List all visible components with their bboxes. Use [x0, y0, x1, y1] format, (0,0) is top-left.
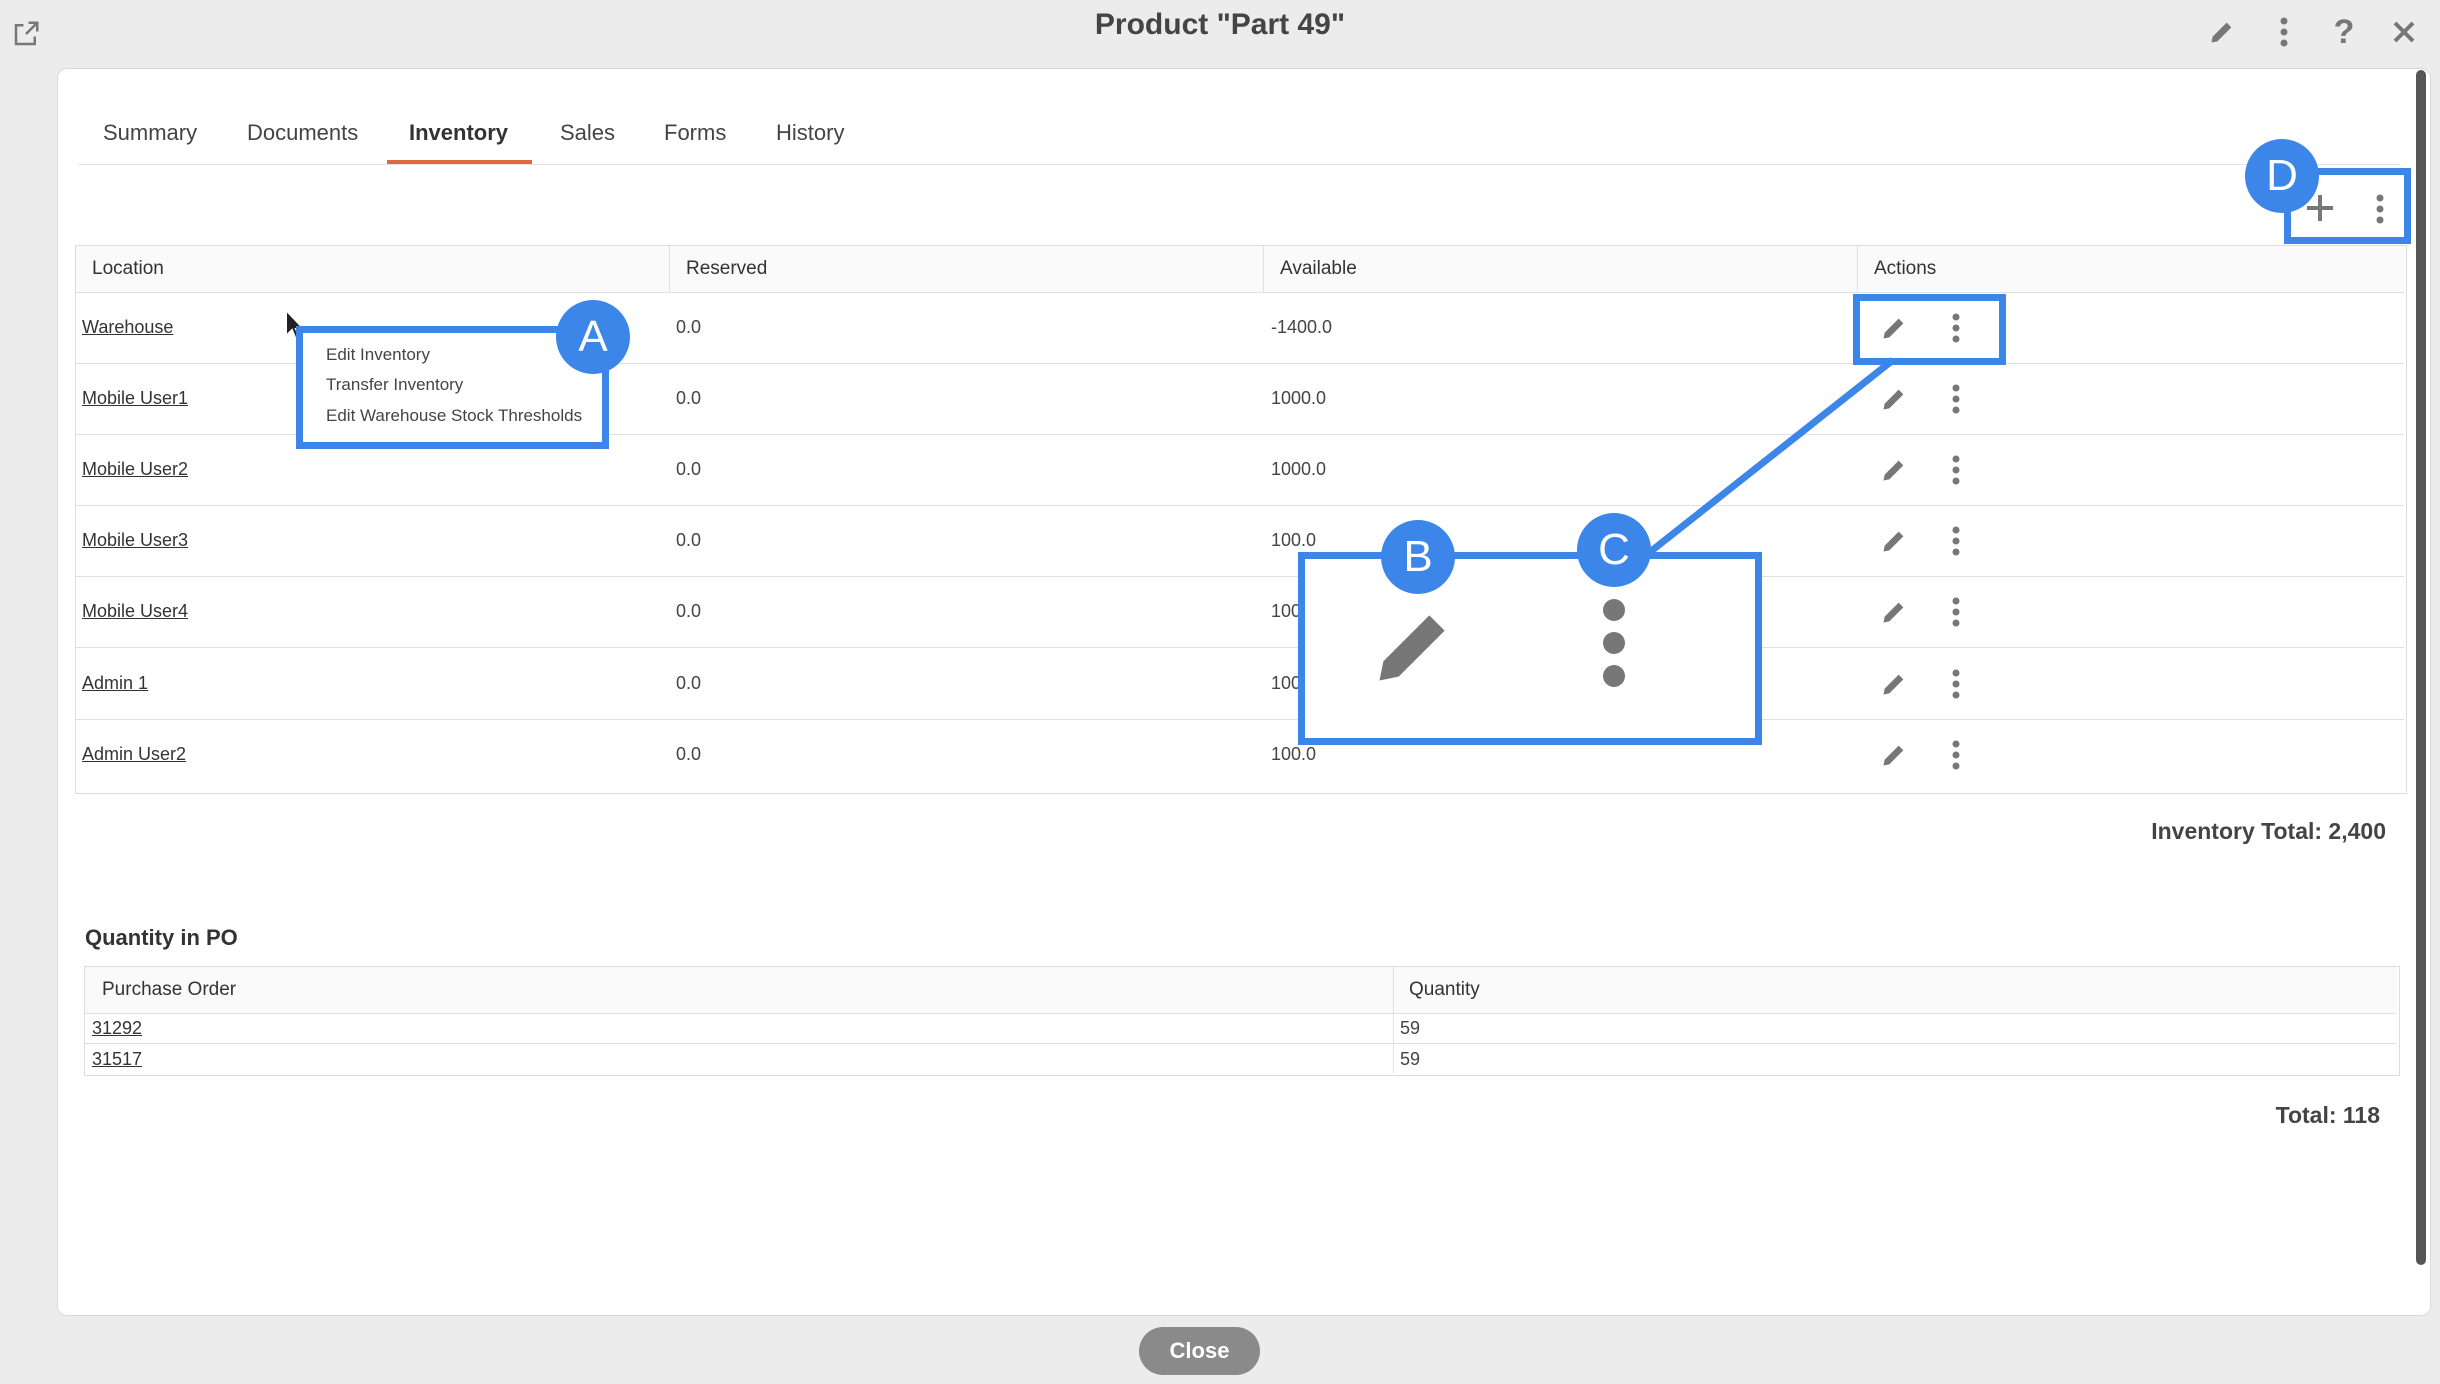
location-link-admin-user2[interactable]: Admin User2	[82, 744, 186, 765]
edit-row-pencil-icon[interactable]	[1876, 381, 1912, 417]
edit-row-pencil-icon[interactable]	[1876, 666, 1912, 702]
location-link-mobile-user4[interactable]: Mobile User4	[82, 601, 188, 622]
tab-sales[interactable]: Sales	[560, 120, 615, 146]
available-value: 100.0	[1271, 744, 1317, 764]
column-header-reserved: Reserved	[686, 258, 768, 279]
close-button[interactable]: Close	[1139, 1327, 1260, 1375]
row-more-icon[interactable]	[1938, 666, 1974, 702]
help-icon[interactable]: ?	[2326, 13, 2362, 51]
column-header-purchase-order: Purchase Order	[102, 979, 237, 1000]
available-value: 1000.0	[1271, 459, 1327, 479]
available-value: 1000.0	[1271, 388, 1327, 408]
edit-row-pencil-icon[interactable]	[1876, 737, 1912, 773]
tab-history[interactable]: History	[776, 120, 844, 146]
edit-row-pencil-icon[interactable]	[1876, 452, 1912, 488]
inventory-total: Inventory Total: 2,400	[2151, 818, 2386, 844]
column-header-actions: Actions	[1874, 258, 1937, 279]
close-icon[interactable]	[2386, 14, 2422, 50]
po-header-row	[85, 967, 2397, 1013]
inventory-header-row	[76, 246, 2404, 292]
po-link[interactable]: 31292	[92, 1018, 142, 1039]
row-more-icon[interactable]	[1938, 523, 1974, 559]
more-vertical-icon[interactable]	[2266, 14, 2302, 50]
edit-row-pencil-icon[interactable]	[1876, 594, 1912, 630]
scrollbar[interactable]	[2416, 70, 2426, 1265]
reserved-value: 0.0	[676, 601, 702, 621]
callout-badge-d: D	[2245, 139, 2319, 213]
tab-inventory[interactable]: Inventory	[409, 120, 508, 146]
available-value: -1400.0	[1271, 317, 1333, 337]
row-more-icon[interactable]	[1938, 381, 1974, 417]
location-link-mobile-user2[interactable]: Mobile User2	[82, 459, 188, 480]
po-section-title: Quantity in PO	[85, 925, 238, 950]
row-more-icon[interactable]	[1938, 452, 1974, 488]
reserved-value: 0.0	[676, 317, 702, 337]
active-tab-indicator	[387, 160, 532, 164]
callout-box-c-source	[1853, 294, 2006, 365]
row-more-icon[interactable]	[1938, 594, 1974, 630]
available-value: 100.0	[1271, 530, 1317, 550]
location-link-admin-1[interactable]: Admin 1	[82, 673, 148, 694]
column-header-quantity: Quantity	[1409, 979, 1480, 1000]
available-value: 100	[1271, 601, 1302, 621]
window-title: Product "Part 49"	[1094, 8, 1346, 41]
reserved-value: 0.0	[676, 530, 702, 550]
location-link-warehouse[interactable]: Warehouse	[82, 317, 173, 338]
column-header-available: Available	[1280, 258, 1357, 279]
reserved-value: 0.0	[676, 459, 702, 479]
tab-bar: Summary Documents Inventory Sales Forms …	[78, 104, 2400, 165]
location-link-mobile-user1[interactable]: Mobile User1	[82, 388, 188, 409]
po-quantity: 59	[1400, 1018, 1421, 1038]
po-link[interactable]: 31517	[92, 1049, 142, 1070]
po-quantity: 59	[1400, 1049, 1421, 1069]
reserved-value: 0.0	[676, 388, 702, 408]
tab-forms[interactable]: Forms	[664, 120, 726, 146]
row-more-icon[interactable]	[1938, 737, 1974, 773]
column-header-location: Location	[92, 258, 164, 279]
reserved-value: 0.0	[676, 744, 702, 764]
zoomed-more-vertical-icon	[1600, 596, 1628, 690]
edit-row-pencil-icon[interactable]	[1876, 523, 1912, 559]
tab-summary[interactable]: Summary	[103, 120, 197, 146]
location-link-mobile-user3[interactable]: Mobile User3	[82, 530, 188, 551]
po-total: Total: 118	[2275, 1102, 2380, 1128]
zoomed-pencil-icon	[1368, 600, 1460, 692]
pencil-icon[interactable]	[2204, 14, 2240, 50]
callout-badge-b: B	[1381, 520, 1455, 594]
available-value: 100	[1271, 673, 1302, 693]
callout-badge-a: A	[556, 300, 630, 374]
tab-documents[interactable]: Documents	[247, 120, 358, 146]
callout-badge-c: C	[1577, 513, 1651, 587]
reserved-value: 0.0	[676, 673, 702, 693]
